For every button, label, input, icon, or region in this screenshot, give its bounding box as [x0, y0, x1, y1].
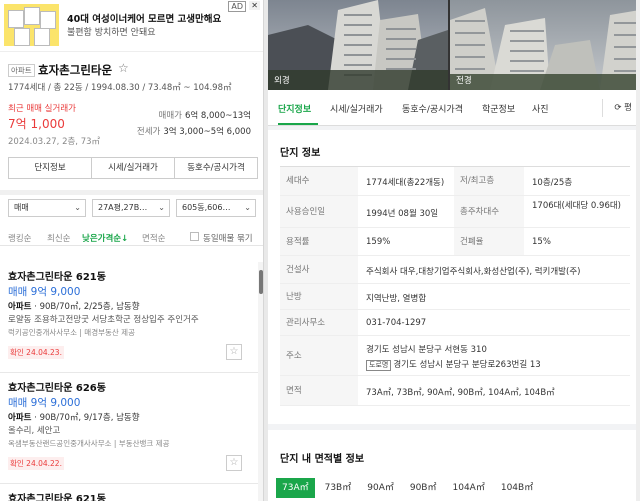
jeonse-price-range: 전세가 3억 3,000~5억 6,000 [136, 127, 251, 137]
ad-title: 40대 여성이너케어 모르면 고생만해요 [67, 14, 222, 25]
complex-info-card: 단지 정보 세대수 1774세대(총22개동) 저/최고층 10층/25층 사용… [268, 130, 640, 424]
info-row: 세대수 1774세대(총22개동) 저/최고층 10층/25층 [280, 167, 630, 196]
listing-item[interactable]: 효자촌그린타운 621동 매매 9억 9,000 아파트 · 90B/70㎡, … [0, 257, 258, 373]
complex-summary: 1774세대 / 총 22동 / 1994.08.30 / 73.48㎡ ~ 1… [8, 83, 232, 93]
recent-price-date: 2024.03.27, 2층, 73㎡ [8, 137, 101, 147]
detail-panel: 외경 전경 단지정보 시세/실거래가 동호수/공시가격 학군정보 사진 ⟳ 평 … [268, 0, 640, 501]
listing-confirm-date: 확인 24.04.23. [8, 346, 64, 359]
chevron-down-icon: ⌄ [244, 203, 251, 212]
complex-info-table: 세대수 1774세대(총22개동) 저/최고층 10층/25층 사용승인일 19… [280, 166, 630, 406]
listing-description: 올수리, 세안고 [8, 426, 61, 436]
info-row: 관리사무소 031-704-1297 [280, 310, 630, 336]
ad-badge: AD [228, 1, 246, 12]
photo-overview[interactable]: 전경 [450, 0, 640, 90]
sort-ranking[interactable]: 랭킹순 [8, 232, 31, 244]
area-chip[interactable]: 73B㎡ [319, 478, 358, 498]
trade-type-select[interactable]: 매매 ⌄ [8, 199, 86, 217]
recent-price: 7억 1,000 [8, 117, 65, 131]
recent-price-label: 최근 매매 실거래가 [8, 104, 76, 114]
tab-photos[interactable]: 사진 [532, 102, 549, 115]
listing-confirm-date: 확인 24.04.22. [8, 457, 64, 470]
dong-select[interactable]: 605동,606… ⌄ [176, 199, 256, 217]
filter-bar: 매매 ⌄ 27A평,27B… ⌄ 605동,606… ⌄ [0, 199, 263, 217]
detail-scrollbar[interactable] [636, 0, 640, 501]
detail-tabs: 단지정보 시세/실거래가 동호수/공시가격 학군정보 사진 ⟳ 평 [268, 90, 640, 126]
refresh-icon: ⟳ [614, 103, 622, 113]
info-row: 용적률 159% 건폐율 15% [280, 228, 630, 256]
listing-favorite-star-icon[interactable]: ☆ [226, 344, 242, 360]
ad-thumbnail [4, 4, 59, 46]
listing-name: 효자촌그린타운 626동 [8, 383, 106, 394]
price-history-button[interactable]: 시세/실거래가 [92, 158, 175, 178]
ad-banner[interactable]: AD ✕ 40대 여성이너케어 모르면 고생만해요 불편함 방치하면 안돼요 [0, 0, 263, 52]
property-type-tag: 아파트 [8, 64, 35, 77]
tab-school[interactable]: 학군정보 [482, 102, 515, 115]
photo-strip: 외경 전경 [268, 0, 640, 90]
area-info-card: 단지 내 면적별 정보 73A㎡ 73B㎡ 90A㎡ 90B㎡ 104A㎡ 10… [268, 430, 640, 501]
area-chip[interactable]: 104B㎡ [495, 478, 539, 498]
chevron-down-icon: ⌄ [74, 203, 81, 212]
info-row: 주소 경기도 성남시 분당구 서현동 310 도로명 경기도 성남시 분당구 분당… [280, 336, 630, 376]
group-same-listing-label: 동일매물 묶기 [203, 234, 253, 244]
listing-name: 효자촌그린타운 621동 [8, 272, 106, 283]
listing-agent: 럭키공인중개사사무소 | 매경부동산 제공 [8, 328, 135, 337]
sale-price-range: 매매가 6억 8,000~13억 [158, 111, 252, 121]
listing-spec: 아파트 · 90B/70㎡, 2/25층, 남동향 [8, 302, 140, 312]
listing-spec: 아파트 · 90B/70㎡, 9/17층, 남동향 [8, 413, 140, 423]
listing-name: 효자촌그린타운 621동 [8, 494, 106, 501]
area-chip[interactable]: 90B㎡ [404, 478, 443, 498]
sort-bar: 랭킹순 최신순 낮은가격순↓ 면적순 동일매물 묶기 [0, 228, 263, 246]
ad-subtitle: 불편함 방치하면 안돼요 [67, 28, 156, 38]
listing-item[interactable]: 효자촌그린타운 621동 [0, 479, 258, 501]
area-chip[interactable]: 90A㎡ [361, 478, 400, 498]
info-row: 건설사 주식회사 대우,대창기업주식회사,화성산업(주), 럭키개발(주) [280, 256, 630, 284]
complex-button-row: 단지정보 시세/실거래가 동호수/공시가격 [8, 157, 258, 179]
sort-latest[interactable]: 최신순 [47, 232, 70, 244]
section-title: 단지 내 면적별 정보 [280, 454, 365, 465]
road-address-badge: 도로명 [366, 360, 392, 371]
listing-panel: AD ✕ 40대 여성이너케어 모르면 고생만해요 불편함 방치하면 안돼요 아… [0, 0, 264, 501]
sort-area[interactable]: 면적순 [142, 232, 165, 244]
photo-label: 외경 [274, 76, 290, 86]
tab-price[interactable]: 시세/실거래가 [330, 102, 383, 115]
info-row: 면적 73A㎡, 73B㎡, 90A㎡, 90B㎡, 104A㎡, 104B㎡ [280, 376, 630, 406]
listing-price: 매매 9억 9,000 [8, 397, 81, 409]
pyeong-toggle[interactable]: ⟳ 평 [602, 99, 632, 117]
section-title: 단지 정보 [280, 148, 321, 159]
info-row: 난방 지역난방, 열병합 [280, 284, 630, 310]
favorite-star-icon[interactable]: ☆ [118, 61, 129, 75]
ad-close-icon[interactable]: ✕ [249, 1, 260, 10]
listing-description: 로얄동 조용하고전망굿 서당초학군 정상입주 주인거주 [8, 315, 199, 325]
photo-exterior[interactable]: 외경 [268, 0, 448, 90]
area-select[interactable]: 27A평,27B… ⌄ [92, 199, 170, 217]
tab-complex-info[interactable]: 단지정보 [278, 102, 311, 115]
sort-low-price[interactable]: 낮은가격순↓ [82, 232, 128, 244]
complex-info-button[interactable]: 단지정보 [9, 158, 92, 178]
unit-price-button[interactable]: 동호수/공시가격 [175, 158, 257, 178]
group-same-listing-checkbox[interactable] [190, 232, 199, 241]
listing-agent: 옥샘부동산랜드공인중개사사무소 | 부동산뱅크 제공 [8, 439, 170, 448]
area-chip-row: 73A㎡ 73B㎡ 90A㎡ 90B㎡ 104A㎡ 104B㎡ [276, 478, 543, 498]
area-chip[interactable]: 73A㎡ [276, 478, 315, 498]
photo-label: 전경 [456, 76, 472, 86]
complex-name: 효자촌그린타운 [38, 63, 113, 77]
listing-item[interactable]: 효자촌그린타운 626동 매매 9억 9,000 아파트 · 90B/70㎡, … [0, 368, 258, 484]
info-row: 사용승인일 1994년 08월 30일 총주차대수 1706대(세대당 0.96… [280, 196, 630, 228]
tab-unit[interactable]: 동호수/공시가격 [402, 102, 463, 115]
listing-price: 매매 9억 9,000 [8, 286, 81, 298]
area-chip[interactable]: 104A㎡ [447, 478, 491, 498]
listing-favorite-star-icon[interactable]: ☆ [226, 455, 242, 471]
chevron-down-icon: ⌄ [158, 203, 165, 212]
